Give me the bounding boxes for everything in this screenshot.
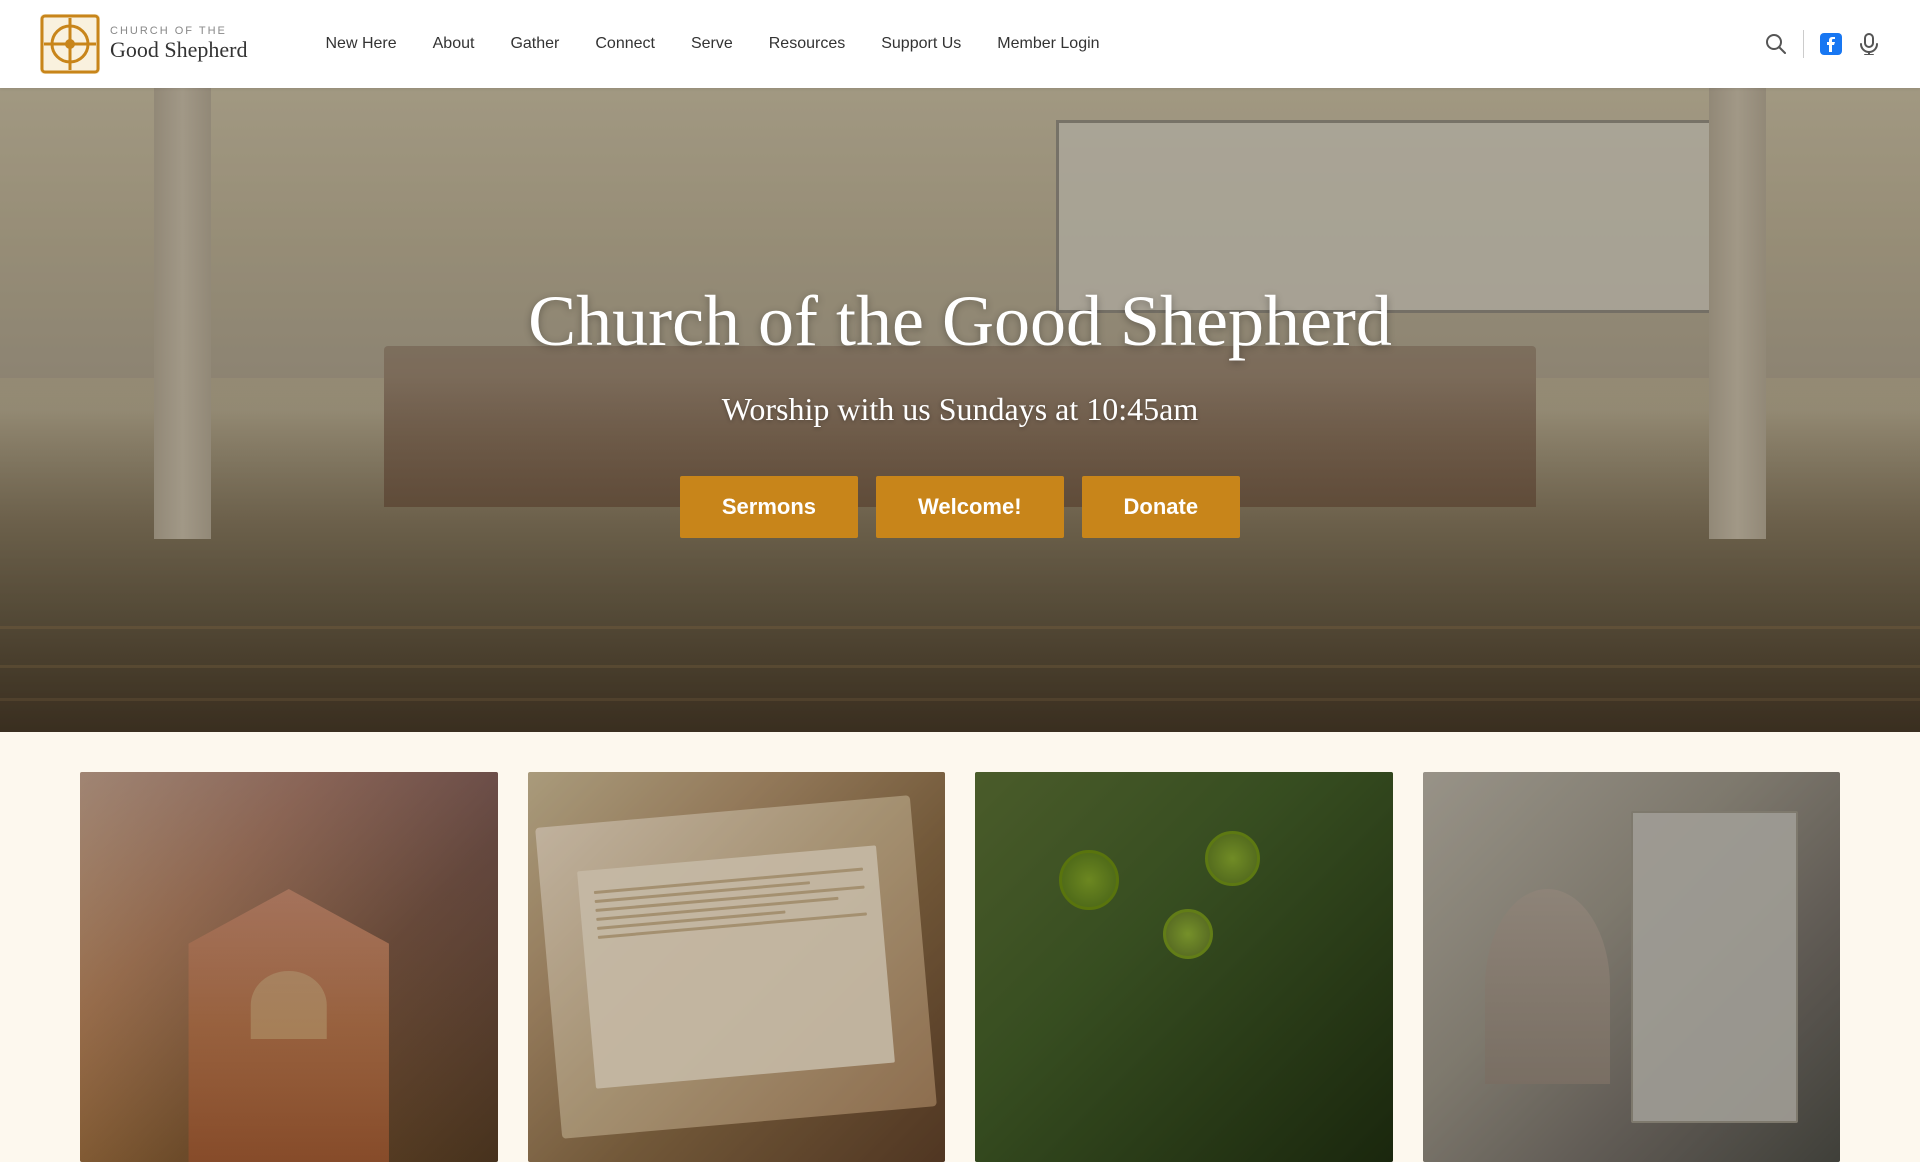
facebook-icon <box>1820 33 1842 55</box>
card-class-image <box>1423 772 1841 1162</box>
site-header: CHURCH OF THE Good Shepherd New Here Abo… <box>0 0 1920 88</box>
nav-item-connect[interactable]: Connect <box>577 0 673 88</box>
hero-title: Church of the Good Shepherd <box>528 282 1392 361</box>
card-food[interactable] <box>975 772 1393 1162</box>
card-bible[interactable] <box>528 772 946 1162</box>
sermons-button[interactable]: Sermons <box>680 476 858 538</box>
search-icon <box>1765 33 1787 55</box>
logo-subtitle: CHURCH OF THE <box>110 25 247 37</box>
welcome-button[interactable]: Welcome! <box>876 476 1064 538</box>
nav-item-new-here[interactable]: New Here <box>307 0 414 88</box>
hero-buttons: Sermons Welcome! Donate <box>528 476 1392 538</box>
hero-content: Church of the Good Shepherd Worship with… <box>508 282 1412 538</box>
logo-text: CHURCH OF THE Good Shepherd <box>110 25 247 63</box>
hero-subtitle: Worship with us Sundays at 10:45am <box>528 391 1392 428</box>
microphone-button[interactable] <box>1858 33 1880 55</box>
nav-item-serve[interactable]: Serve <box>673 0 751 88</box>
nav-item-member-login[interactable]: Member Login <box>979 0 1117 88</box>
card-building[interactable] <box>80 772 498 1162</box>
card-building-image <box>80 772 498 1162</box>
donate-button[interactable]: Donate <box>1082 476 1241 538</box>
card-class[interactable] <box>1423 772 1841 1162</box>
search-button[interactable] <box>1765 33 1787 55</box>
microphone-icon <box>1858 33 1880 55</box>
card-bible-image <box>528 772 946 1162</box>
card-food-image <box>975 772 1393 1162</box>
nav-item-resources[interactable]: Resources <box>751 0 863 88</box>
hero-section: Church of the Good Shepherd Worship with… <box>0 88 1920 732</box>
logo-title: Good Shepherd <box>110 37 247 63</box>
nav-item-about[interactable]: About <box>415 0 493 88</box>
nav-item-gather[interactable]: Gather <box>492 0 577 88</box>
logo-icon <box>40 14 100 74</box>
header-divider <box>1803 30 1804 58</box>
cards-section <box>0 732 1920 1162</box>
facebook-button[interactable] <box>1820 33 1842 55</box>
nav-item-support-us[interactable]: Support Us <box>863 0 979 88</box>
header-icons <box>1765 30 1880 58</box>
logo-link[interactable]: CHURCH OF THE Good Shepherd <box>40 14 247 74</box>
main-nav: New Here About Gather Connect Serve Reso… <box>307 0 1765 88</box>
